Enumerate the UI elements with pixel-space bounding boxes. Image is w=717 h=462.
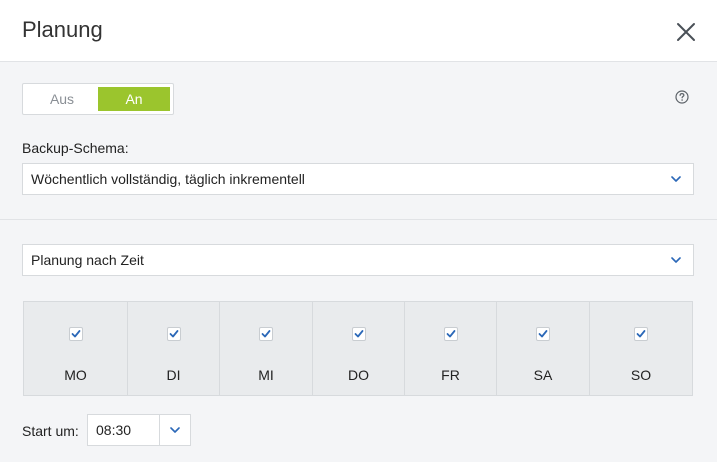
close-icon — [677, 23, 695, 41]
day-label: SO — [630, 367, 652, 383]
backup-schema-select[interactable]: Wöchentlich vollständig, täglich inkreme… — [22, 163, 694, 195]
check-icon — [354, 330, 363, 338]
day-checkbox[interactable] — [634, 327, 648, 341]
day-saturday[interactable]: SA — [497, 302, 590, 395]
close-button[interactable] — [672, 18, 700, 46]
schedule-toggle[interactable]: Aus An — [22, 83, 174, 115]
schedule-type-select[interactable]: Planung nach Zeit — [22, 244, 694, 276]
day-checkbox[interactable] — [68, 327, 83, 341]
start-time-picker[interactable]: 08:30 — [87, 414, 191, 446]
chevron-down-icon — [170, 427, 180, 433]
day-checkbox[interactable] — [351, 327, 366, 341]
check-icon — [71, 330, 80, 338]
day-sunday[interactable]: SO — [590, 302, 692, 395]
day-label: MO — [64, 367, 87, 383]
day-label: SA — [533, 367, 553, 383]
backup-schema-value: Wöchentlich vollständig, täglich inkreme… — [31, 171, 305, 187]
day-label: FR — [441, 367, 460, 383]
time-dropdown-button[interactable] — [160, 415, 190, 445]
check-icon — [446, 330, 455, 338]
day-thursday[interactable]: DO — [313, 302, 405, 395]
dialog-header: Planung — [0, 0, 717, 62]
help-button[interactable] — [675, 90, 689, 104]
section-divider — [0, 219, 717, 220]
day-friday[interactable]: FR — [405, 302, 497, 395]
day-wednesday[interactable]: MI — [220, 302, 313, 395]
weekday-selector: MO DI MI DO FR SA SO — [23, 301, 693, 396]
day-checkbox[interactable] — [536, 327, 550, 341]
day-label: DO — [348, 367, 369, 383]
schedule-type-value: Planung nach Zeit — [31, 252, 144, 268]
toggle-off-option[interactable]: Aus — [26, 87, 98, 111]
day-label: MI — [258, 367, 274, 383]
chevron-down-icon — [671, 176, 681, 182]
question-icon — [675, 90, 689, 104]
toggle-on-option[interactable]: An — [98, 87, 170, 111]
backup-schema-label: Backup-Schema: — [22, 140, 129, 156]
dialog-title: Planung — [22, 17, 103, 42]
day-monday[interactable]: MO — [24, 302, 128, 395]
check-icon — [636, 330, 646, 338]
day-checkbox[interactable] — [259, 327, 273, 341]
start-time-input[interactable]: 08:30 — [96, 415, 131, 445]
day-checkbox[interactable] — [443, 327, 458, 341]
chevron-down-icon — [671, 257, 681, 263]
check-icon — [261, 330, 271, 338]
day-label: DI — [166, 367, 181, 383]
start-time-label: Start um: — [22, 423, 79, 439]
check-icon — [538, 330, 548, 338]
day-checkbox[interactable] — [166, 327, 181, 341]
check-icon — [169, 330, 178, 338]
day-tuesday[interactable]: DI — [128, 302, 220, 395]
